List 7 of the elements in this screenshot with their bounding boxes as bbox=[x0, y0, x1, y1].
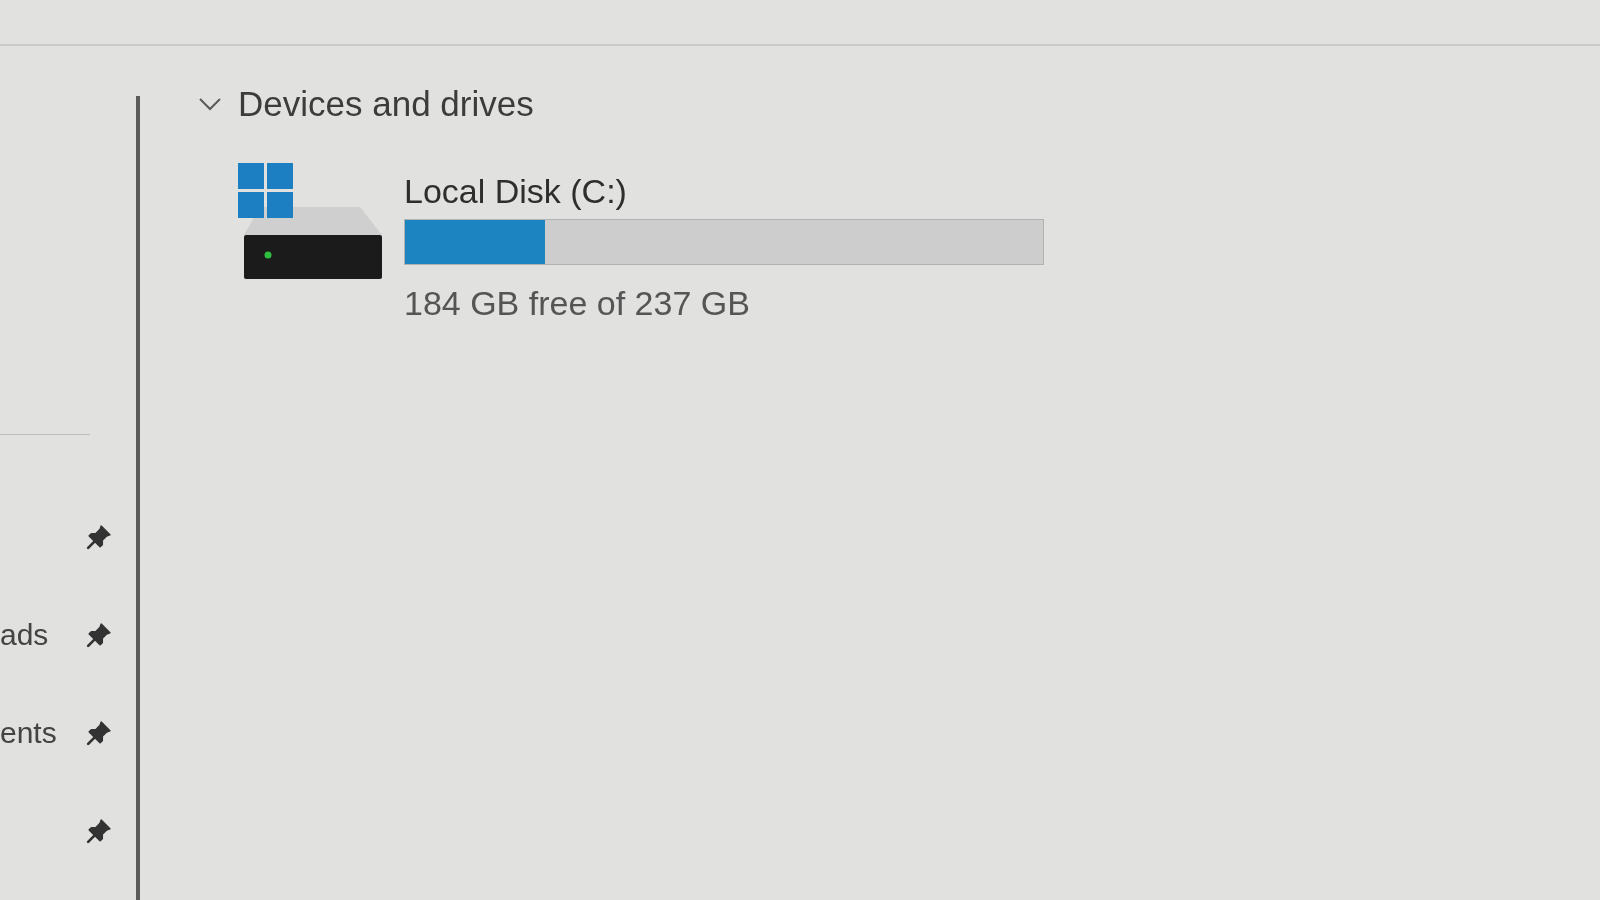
chevron-icon[interactable] bbox=[198, 97, 222, 111]
nav-item[interactable]: ents bbox=[0, 716, 57, 750]
free-space-text: 184 GB free of 237 GB bbox=[404, 283, 751, 323]
drive-name[interactable]: Local Disk (C:) bbox=[404, 171, 1044, 211]
group-header: Devices and drives bbox=[238, 84, 534, 124]
drive-icon[interactable] bbox=[238, 163, 384, 281]
nav-item[interactable]: ads bbox=[0, 618, 49, 652]
